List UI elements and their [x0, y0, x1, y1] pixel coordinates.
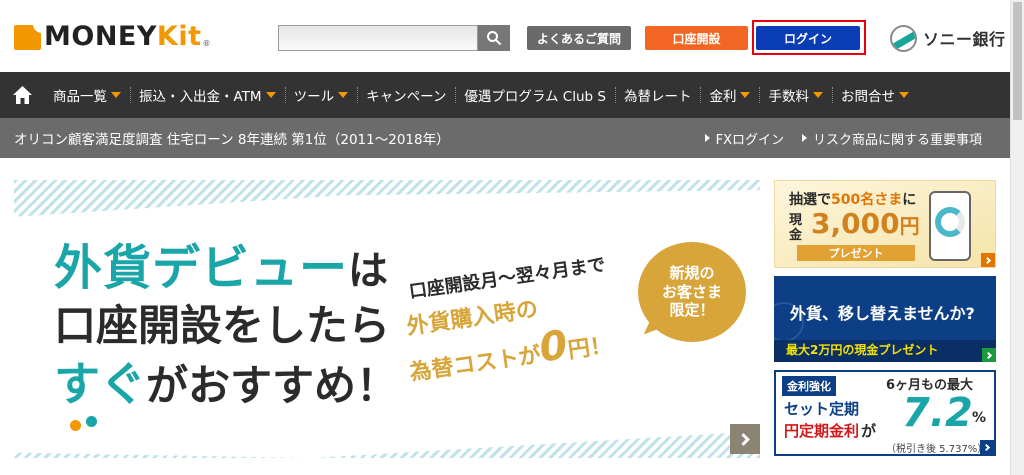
page: MONEYKit ® よくあるご質問 口座開設 ログイン ソニー銀行 商品一覧 … — [0, 0, 1024, 475]
login-button[interactable]: ログイン — [756, 26, 860, 50]
yen-deposit-rate-text: 円定期金利が — [784, 422, 877, 440]
banner-arrow — [980, 440, 994, 454]
currency-transfer-title: 外貨、移し替えませんか? — [790, 304, 975, 323]
home-icon — [12, 86, 32, 104]
main-campaign-banner[interactable]: 外貨デビューは 口座開設をしたら すぐがおすすめ！ 口座開設月～翌々月まで 外貨… — [14, 180, 760, 458]
nav-item-transfer[interactable]: 振込・入出金・ATM — [130, 72, 285, 118]
nav-item-club-s[interactable]: 優遇プログラム Club S — [455, 72, 615, 118]
banner-headline-2: 口座開設をしたら — [54, 301, 391, 350]
chevron-right-icon — [983, 256, 991, 264]
search-button[interactable] — [478, 25, 510, 51]
decor-dot — [70, 420, 81, 431]
chevron-right-icon — [984, 351, 992, 359]
scrollbar-thumb[interactable] — [1013, 2, 1022, 120]
main-nav: 商品一覧 振込・入出金・ATM ツール キャンペーン 優遇プログラム Club … — [0, 72, 1010, 118]
search-input[interactable] — [278, 25, 478, 51]
sony-bank-logo[interactable]: ソニー銀行 — [890, 24, 1006, 52]
nav-home[interactable] — [0, 72, 44, 118]
cash-label: 現金 — [789, 213, 803, 243]
nav-item-campaign[interactable]: キャンペーン — [357, 72, 455, 118]
chevron-down-icon — [111, 92, 121, 98]
header: MONEYKit ® よくあるご質問 口座開設 ログイン ソニー銀行 — [0, 0, 1010, 72]
moneykit-logo[interactable]: MONEYKit ® — [14, 22, 211, 52]
interest-boost-tag: 金利強化 — [782, 376, 836, 396]
chevron-down-icon — [898, 92, 909, 98]
banner-arrow — [982, 348, 996, 362]
chevron-right-icon — [982, 443, 990, 451]
interest-rate-value: 7.2 — [902, 390, 973, 436]
announcement-bar: オリコン顧客満足度調査 住宅ローン 8年連続 第1位（2011～2018年） F… — [0, 118, 1010, 158]
donut-chart-icon — [935, 207, 965, 237]
banner-headline-3: すぐがおすすめ！ — [54, 357, 399, 411]
decor-dot — [86, 416, 97, 427]
nav-item-interest[interactable]: 金利 — [700, 72, 759, 118]
logo-text: MONEYKit — [44, 21, 202, 52]
banner-headline-1: 外貨デビューは — [54, 240, 390, 296]
after-tax-note: （税引き後 5.737%） — [886, 444, 988, 455]
percent-sign: % — [972, 410, 987, 426]
announcement-text[interactable]: オリコン顧客満足度調査 住宅ローン 8年連続 第1位（2011～2018年） — [14, 128, 450, 148]
arrow-right-icon — [801, 134, 807, 142]
sony-bank-name: ソニー銀行 — [923, 30, 1006, 49]
open-account-button[interactable]: 口座開設 — [645, 26, 748, 50]
sony-bank-mark-icon — [890, 24, 917, 52]
cash-amount: 3,000円 — [811, 207, 920, 240]
cash-present-offer: 最大2万円の現金プレゼント — [786, 343, 939, 357]
side-banner-cash-present[interactable]: 抽選で500名さまに 現金 3,000円 プレゼント — [774, 180, 996, 268]
chevron-down-icon — [740, 92, 751, 98]
lottery-text: 抽選で500名さまに — [789, 192, 917, 208]
set-deposit-text: セット定期 — [784, 400, 860, 418]
nav-item-tools[interactable]: ツール — [284, 72, 358, 118]
faq-button[interactable]: よくあるご質問 — [527, 26, 631, 50]
chevron-down-icon — [338, 92, 349, 98]
present-ribbon: プレゼント — [797, 245, 915, 261]
banner-next-button[interactable] — [730, 424, 760, 454]
side-banner-time-deposit[interactable]: 金利強化 6ヶ月もの最大 セット定期 円定期金利が 7.2 % （税引き後 5.… — [774, 370, 996, 456]
new-customer-badge: 新規の お客さま 限定！ — [638, 242, 746, 342]
fx-login-link[interactable]: FXログイン — [704, 129, 784, 148]
logo-registered-mark: ® — [202, 39, 211, 48]
nav-item-fees[interactable]: 手数料 — [759, 72, 832, 118]
search-icon — [487, 31, 502, 46]
logo-mark-icon — [14, 23, 42, 50]
sub-links: FXログイン リスク商品に関する重要事項 — [687, 118, 982, 158]
chevron-down-icon — [812, 92, 823, 98]
side-banner-currency-transfer[interactable]: 外貨、移し替えませんか? 最大2万円の現金プレゼント — [774, 276, 996, 362]
arrow-right-icon — [704, 134, 710, 142]
chevron-right-icon — [736, 432, 750, 446]
banner-arrow — [981, 253, 995, 267]
chevron-down-icon — [265, 92, 276, 98]
nav-item-contact[interactable]: お問合せ — [831, 72, 918, 118]
page-scrollbar[interactable] — [1010, 0, 1024, 475]
nav-item-products[interactable]: 商品一覧 — [44, 72, 130, 118]
risk-products-link[interactable]: リスク商品に関する重要事項 — [801, 129, 982, 148]
nav-item-exchange-rate[interactable]: 為替レート — [614, 72, 701, 118]
